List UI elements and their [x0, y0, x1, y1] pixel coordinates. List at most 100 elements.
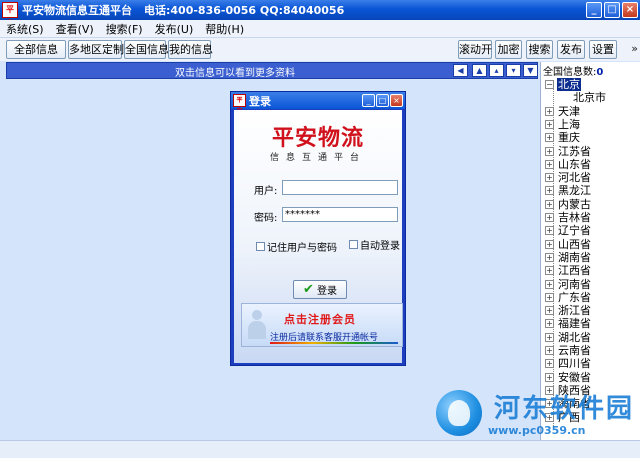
expand-icon[interactable]: +	[545, 292, 554, 302]
dialog-maximize-icon[interactable]: □	[376, 94, 389, 107]
tree-item[interactable]: + 上海	[545, 118, 581, 131]
tree-item-label: 四川省	[558, 357, 591, 371]
watermark-logo-icon	[436, 390, 482, 436]
tree-item[interactable]: + 河南省	[545, 278, 592, 291]
login-dialog: 平安 登录 _ □ × 平安物流 信息互通平台 用户: 密码: 记住用户与密码 …	[230, 91, 406, 366]
tree-item-label: 辽宁省	[558, 224, 591, 238]
watermark: 河东软件园 www.pc0359.cn	[436, 386, 636, 442]
expand-icon[interactable]: +	[545, 119, 554, 129]
tree-item-label: 广东省	[558, 290, 591, 304]
expand-icon[interactable]: +	[545, 306, 554, 316]
expand-icon[interactable]: +	[545, 146, 554, 156]
maximize-icon[interactable]: □	[604, 2, 620, 18]
top-icon[interactable]: ▲	[472, 64, 487, 77]
tree-header-count: 0	[596, 67, 604, 78]
expand-icon[interactable]: +	[545, 266, 554, 276]
expand-icon[interactable]: +	[545, 173, 554, 183]
search-button[interactable]: 搜索	[526, 40, 553, 59]
menu-system[interactable]: 系统(S)	[0, 21, 50, 37]
tree-item[interactable]: + 黑龙江	[545, 184, 592, 197]
tree-item-label: 上海	[558, 117, 580, 131]
toolbar-overflow-icon[interactable]: »	[631, 42, 638, 55]
tree-item[interactable]: + 福建省	[545, 317, 592, 330]
tree-item[interactable]: + 河北省	[545, 171, 592, 184]
expand-icon[interactable]: +	[545, 133, 554, 143]
expand-icon[interactable]: +	[545, 359, 554, 369]
title-bar: 平安 平安物流信息互通平台 电话:400-836-0056 QQ:8404005…	[0, 0, 640, 28]
login-button[interactable]: ✔ 登录	[293, 280, 347, 299]
expand-icon[interactable]: +	[545, 239, 554, 249]
expand-icon[interactable]: +	[545, 346, 554, 355]
tree-item[interactable]: + 重庆	[545, 131, 581, 144]
menu-search[interactable]: 搜索(F)	[100, 21, 149, 37]
register-banner[interactable]: 点击注册会员 注册后请联系客服开通帐号	[241, 303, 403, 347]
tree-item[interactable]: + 天津	[545, 105, 581, 118]
tree-item[interactable]: + 广东省	[545, 291, 592, 304]
minimize-icon[interactable]: _	[586, 2, 602, 18]
expand-icon[interactable]: +	[545, 186, 554, 196]
encrypt-button[interactable]: 加密	[495, 40, 522, 59]
brand-subtitle: 信息互通平台	[269, 153, 366, 163]
national-info-button[interactable]: 全国信息	[124, 40, 169, 59]
down-icon[interactable]: ▾	[506, 64, 521, 77]
tree-item[interactable]: + 辽宁省	[545, 224, 592, 237]
autologin-checkbox[interactable]: 自动登录	[349, 237, 400, 252]
tree-item[interactable]: + 山西省	[545, 238, 592, 251]
tree-item[interactable]: + 山东省	[545, 158, 592, 171]
expand-icon[interactable]: +	[545, 159, 554, 169]
expand-icon[interactable]: +	[545, 213, 554, 222]
password-input[interactable]	[282, 207, 398, 222]
tree-item[interactable]: + 吉林省	[545, 211, 592, 224]
menu-view[interactable]: 查看(V)	[50, 21, 100, 37]
tree-item-label: 河南省	[558, 277, 591, 291]
autologin-checkbox-box[interactable]	[349, 240, 358, 249]
tree-item-root[interactable]: − 北京	[545, 78, 581, 91]
menu-publish[interactable]: 发布(U)	[149, 21, 200, 37]
person-icon	[248, 310, 266, 340]
expand-icon[interactable]: +	[545, 372, 554, 382]
tree-item[interactable]: + 云南省	[545, 344, 592, 357]
remember-checkbox-box[interactable]	[256, 242, 265, 251]
tree-item-label: 安徽省	[558, 370, 591, 384]
settings-button[interactable]: 设置	[589, 40, 617, 59]
info-strip: 双击信息可以看到更多资料 ◀ ▲ ▴ ▾ ▼	[6, 62, 538, 79]
collapse-icon[interactable]: −	[545, 80, 554, 89]
up-icon[interactable]: ▴	[489, 64, 504, 77]
tree-item[interactable]: + 四川省	[545, 357, 592, 370]
expand-icon[interactable]: +	[545, 279, 554, 289]
bottom-icon[interactable]: ▼	[523, 64, 538, 77]
region-custom-button[interactable]: 多地区定制	[68, 40, 124, 59]
expand-icon[interactable]: +	[545, 252, 554, 262]
tree-item-label: 湖北省	[558, 330, 591, 344]
remember-checkbox[interactable]: 记住用户与密码	[256, 239, 337, 254]
tree-item[interactable]: + 江西省	[545, 264, 592, 277]
username-label: 用户:	[254, 186, 278, 197]
scroll-toggle-button[interactable]: 滚动开	[458, 40, 492, 59]
tree-item[interactable]: + 湖北省	[545, 331, 592, 344]
tree-item[interactable]: + 安徽省	[545, 371, 592, 384]
expand-icon[interactable]: +	[545, 226, 554, 236]
expand-icon[interactable]: +	[545, 319, 554, 329]
tree-item[interactable]: + 内蒙古	[545, 198, 592, 211]
all-info-button[interactable]: 全部信息	[6, 40, 66, 59]
menu-help[interactable]: 帮助(H)	[199, 21, 250, 37]
tree-item-label: 北京市	[573, 91, 606, 105]
publish-button[interactable]: 发布	[557, 40, 585, 59]
expand-icon[interactable]: +	[545, 106, 554, 116]
dialog-minimize-icon[interactable]: _	[362, 94, 375, 107]
tree-item[interactable]: + 浙江省	[545, 304, 592, 317]
back-icon[interactable]: ◀	[453, 64, 468, 77]
expand-icon[interactable]: +	[545, 199, 554, 209]
username-input[interactable]	[282, 180, 398, 195]
tree-item-label: 湖南省	[558, 250, 591, 264]
info-hint: 双击信息可以看到更多资料	[175, 68, 295, 79]
dialog-close-icon[interactable]: ×	[390, 94, 403, 107]
tree-item-child[interactable]: 北京市	[572, 91, 607, 104]
expand-icon[interactable]: +	[545, 332, 554, 342]
tree-item[interactable]: + 江苏省	[545, 145, 592, 158]
watermark-url: www.pc0359.cn	[488, 424, 586, 437]
dialog-title: 登录	[249, 94, 271, 108]
my-info-button[interactable]: 我的信息	[168, 40, 213, 59]
close-icon[interactable]: ×	[622, 2, 638, 18]
tree-item[interactable]: + 湖南省	[545, 251, 592, 264]
